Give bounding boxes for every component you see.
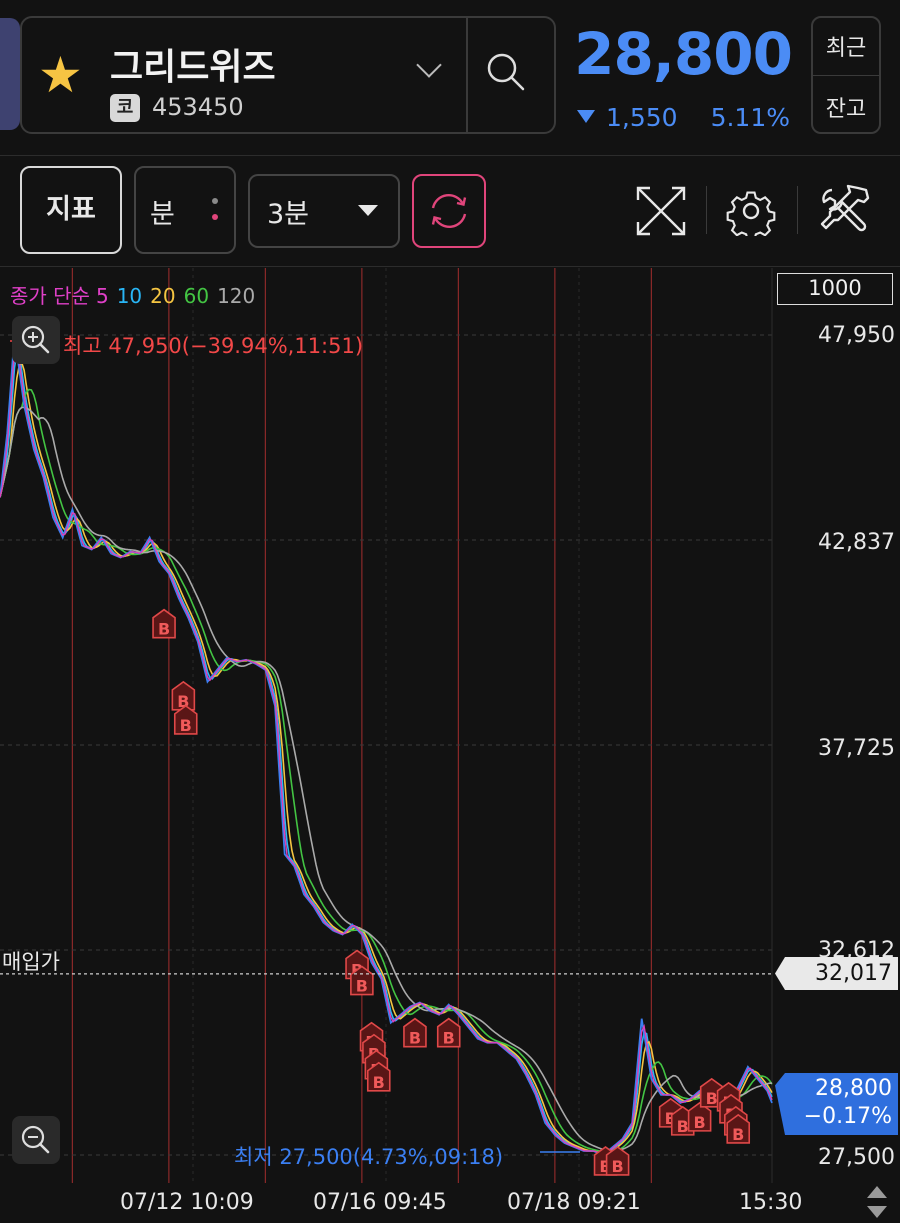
price-change-rate: 5.11% [710,103,790,132]
buy-marker-letter: B [694,1113,706,1132]
legend-ma-5: 5 [95,284,109,308]
current-price: 28,800 [574,20,793,88]
legend-ma-20: 20 [150,284,176,308]
legend-ma-120: 120 [217,284,256,308]
x-tick-label: 07/18 09:21 [507,1190,641,1215]
scale-box[interactable]: 1000 [777,273,893,305]
price-change: 1,550 [606,103,678,132]
buy-price-tag: 32,017 [775,957,898,990]
buy-marker-letter: B [158,620,170,639]
more-dots-icon[interactable] [212,196,218,226]
stock-name[interactable]: 그리드위즈 [110,38,276,90]
buy-marker-letter: B [409,1029,421,1048]
buy-marker-letter: B [443,1029,455,1048]
zoom-out-icon[interactable] [12,1116,60,1164]
scroll-updown-icon[interactable] [862,1184,892,1220]
price-chart[interactable]: BBBBBBBBBBBBBBBBBBBBB [0,268,900,1183]
interval-label: 3분 [267,199,310,230]
gear-icon[interactable] [726,186,776,236]
stock-selector[interactable] [20,16,556,134]
y-tick-label: 27,500 [818,1145,895,1170]
search-icon[interactable] [486,52,526,92]
y-tick-label: 47,950 [818,323,895,348]
legend-ma-10: 10 [116,284,143,308]
y-tick-label: 37,725 [818,736,895,761]
buy-marker: B [403,1017,427,1048]
tool-separator [706,186,707,234]
buy-marker-letter: B [180,716,192,735]
x-tick-label: 15:30 [739,1190,803,1215]
buy-marker: B [436,1017,461,1048]
current-rate-tag-value: −0.17% [803,1104,892,1129]
tools-icon[interactable] [818,184,872,238]
down-triangle-icon [577,110,595,123]
legend-ma-60: 60 [183,284,210,308]
market-badge: 코 [110,94,140,122]
zoom-in-icon[interactable] [12,316,60,364]
header-divider [0,155,900,156]
recent-button[interactable]: 최근 [811,30,881,62]
current-price-tag: 28,800 −0.17% [775,1073,898,1135]
refresh-icon [431,193,467,229]
x-tick-label: 07/12 10:09 [120,1190,254,1215]
unit-label: 분 [150,199,175,230]
y-tick-label: 42,837 [818,530,895,555]
high-price-label: 최고 47,950(−39.94%,11:51) [63,334,364,358]
side-button-divider [813,75,879,76]
buy-marker: B [171,680,196,711]
current-price-tag-value: 28,800 [815,1076,892,1101]
tool-separator [797,186,798,234]
dropdown-triangle-icon [358,205,378,216]
buy-marker: B [152,608,176,639]
low-price-label: 최저 27,500(4.73%,09:18) [234,1145,504,1169]
balance-button[interactable]: 잔고 [811,91,881,123]
ma-60-line [0,388,773,1153]
fullscreen-icon[interactable] [634,184,688,238]
favorite-star-icon[interactable]: ★ [38,50,83,100]
price-gridlines [0,268,772,1183]
stock-selector-divider [466,16,468,134]
side-tab-handle[interactable] [0,18,20,130]
buy-marker-letter: B [611,1157,623,1176]
buy-marker-letter: B [356,977,368,996]
ma-legend[interactable]: 종가 단순 5 10 20 60 120 [10,280,261,309]
x-tick-label: 07/16 09:45 [313,1190,447,1215]
buy-marker-letter: B [706,1089,718,1108]
legend-prefix: 종가 단순 [10,284,90,308]
buy-marker-letter: B [373,1073,385,1092]
buy-marker-letter: B [732,1125,744,1144]
indicator-button[interactable]: 지표 [20,166,122,254]
toolbar-divider [0,266,900,267]
stock-code: 453450 [152,93,244,121]
buy-price-label: 매입가 [2,950,60,974]
buy-marker-letter: B [677,1117,689,1136]
